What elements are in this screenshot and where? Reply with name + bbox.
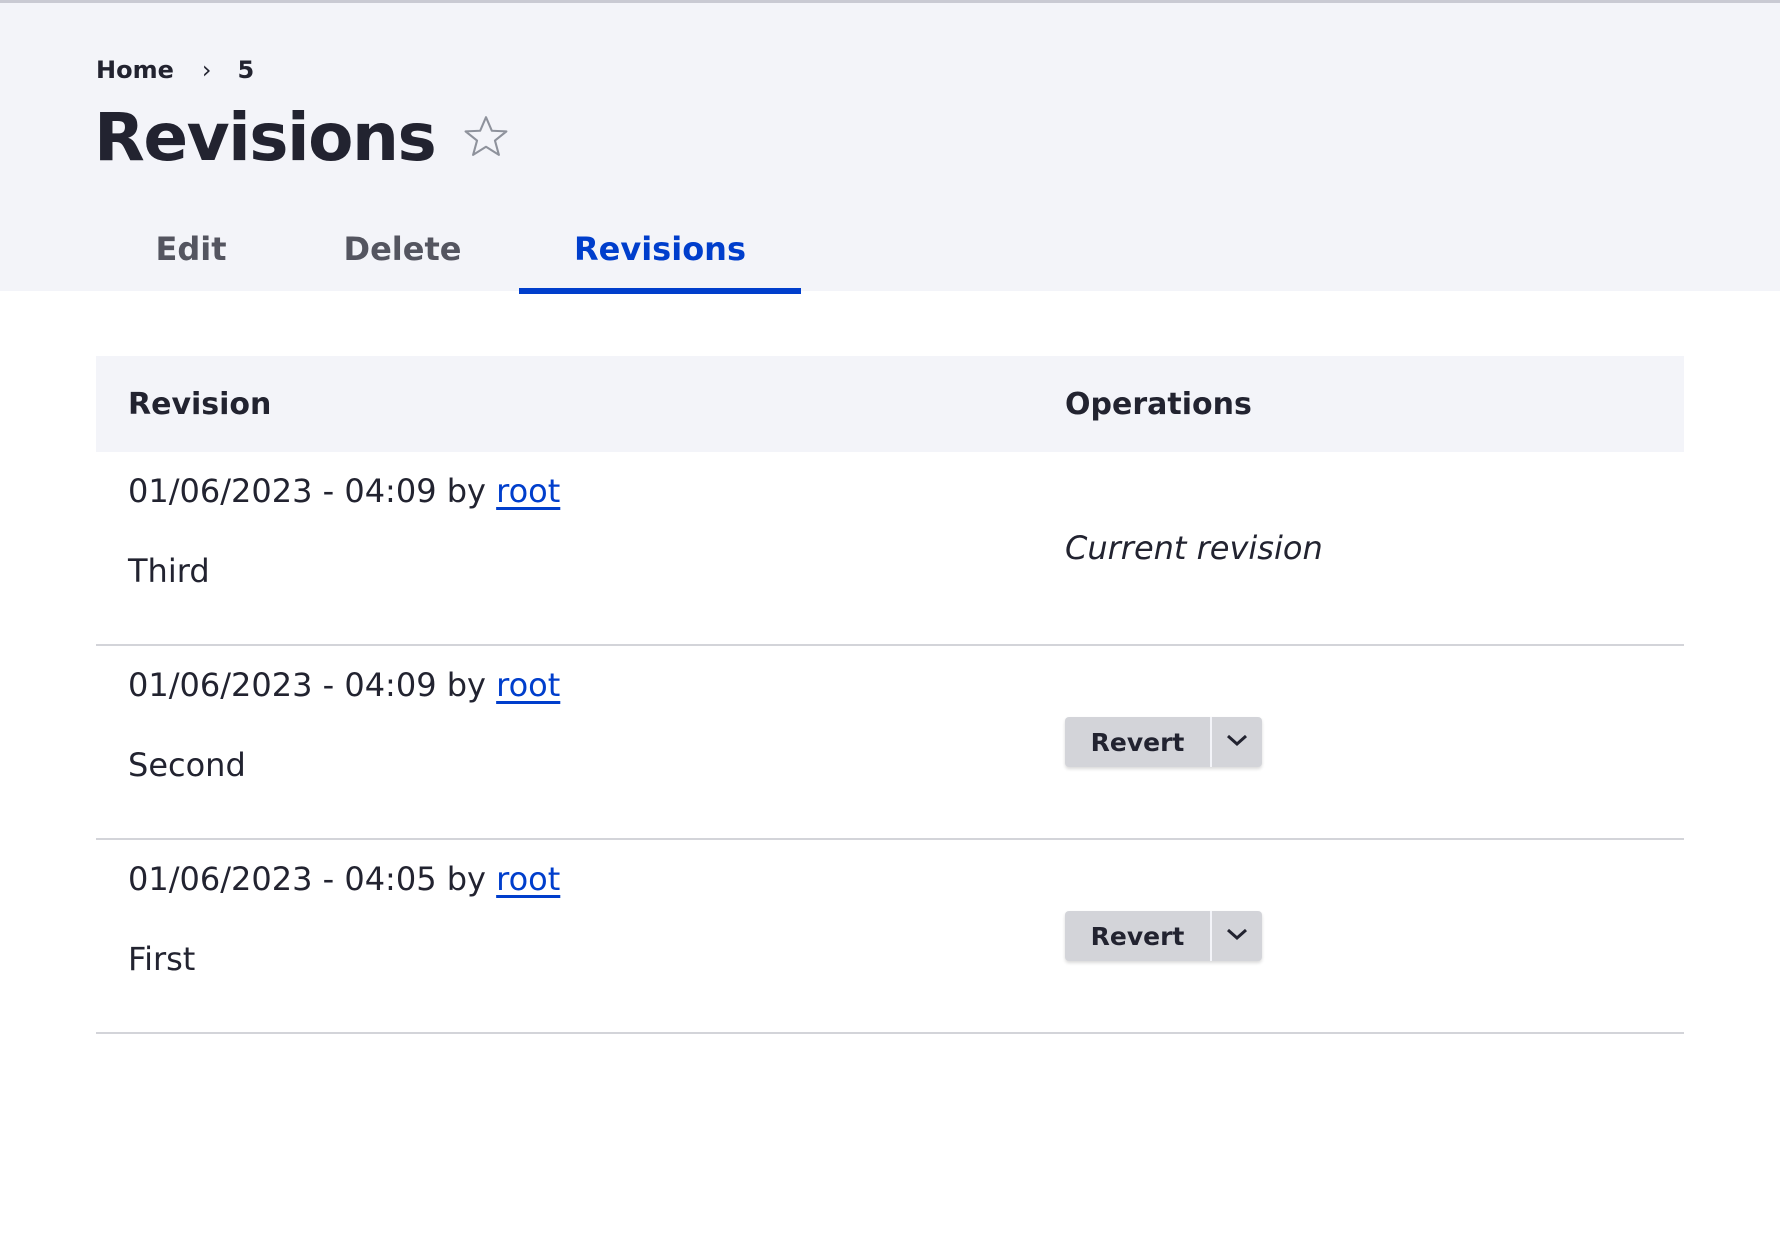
tab-edit[interactable]: Edit — [96, 203, 286, 294]
revision-message: Third — [128, 552, 210, 590]
revision-date: 01/06/2023 - 04:09 — [128, 666, 437, 704]
current-revision-label: Current revision — [1065, 529, 1323, 567]
revision-message: Second — [128, 746, 246, 784]
table-row: 01/06/2023 - 04:09 by root Third Current… — [96, 452, 1684, 646]
chevron-down-icon — [1225, 926, 1249, 946]
revision-by: by — [446, 472, 486, 510]
breadcrumb-home-link[interactable]: Home — [96, 56, 174, 84]
revision-meta: 01/06/2023 - 04:09 by root — [128, 472, 560, 510]
revert-dropbutton: Revert — [1065, 911, 1262, 961]
column-header-revision: Revision — [128, 386, 272, 422]
breadcrumb-separator: › — [201, 56, 212, 84]
page-header: Home › 5 Revisions Edit Delete Revisions — [0, 0, 1780, 294]
operations-cell: Current revision — [1065, 452, 1684, 644]
tab-delete[interactable]: Delete — [286, 203, 519, 294]
table-row: 01/06/2023 - 04:05 by root First Revert — [96, 840, 1684, 1034]
star-icon[interactable] — [461, 112, 511, 162]
revision-cell: 01/06/2023 - 04:09 by root Second — [96, 646, 1065, 838]
revert-dropbutton: Revert — [1065, 717, 1262, 767]
breadcrumb-current: 5 — [237, 56, 255, 84]
revert-button[interactable]: Revert — [1065, 717, 1212, 767]
revert-button[interactable]: Revert — [1065, 911, 1212, 961]
revision-meta: 01/06/2023 - 04:05 by root — [128, 860, 560, 898]
column-header-operations: Operations — [1065, 386, 1252, 422]
tab-revisions[interactable]: Revisions — [519, 203, 801, 294]
table-header: Revision Operations — [96, 356, 1684, 452]
revision-date: 01/06/2023 - 04:05 — [128, 860, 437, 898]
revision-meta: 01/06/2023 - 04:09 by root — [128, 666, 560, 704]
revision-author-link[interactable]: root — [496, 472, 560, 510]
breadcrumb: Home › 5 — [96, 53, 254, 87]
revisions-table: Revision Operations 01/06/2023 - 04:09 b… — [96, 356, 1684, 1034]
dropbutton-toggle[interactable] — [1212, 911, 1262, 961]
revision-cell: 01/06/2023 - 04:05 by root First — [96, 840, 1065, 1032]
revision-message: First — [128, 940, 196, 978]
operations-cell: Revert — [1065, 646, 1684, 838]
operations-cell: Revert — [1065, 840, 1684, 1032]
revision-author-link[interactable]: root — [496, 860, 560, 898]
revision-by: by — [446, 860, 486, 898]
revision-date: 01/06/2023 - 04:09 — [128, 472, 437, 510]
revision-by: by — [446, 666, 486, 704]
dropbutton-toggle[interactable] — [1212, 717, 1262, 767]
page-title: Revisions — [94, 98, 437, 176]
revision-author-link[interactable]: root — [496, 666, 560, 704]
table-row: 01/06/2023 - 04:09 by root Second Revert — [96, 646, 1684, 840]
chevron-down-icon — [1225, 732, 1249, 752]
revision-cell: 01/06/2023 - 04:09 by root Third — [96, 452, 1065, 644]
